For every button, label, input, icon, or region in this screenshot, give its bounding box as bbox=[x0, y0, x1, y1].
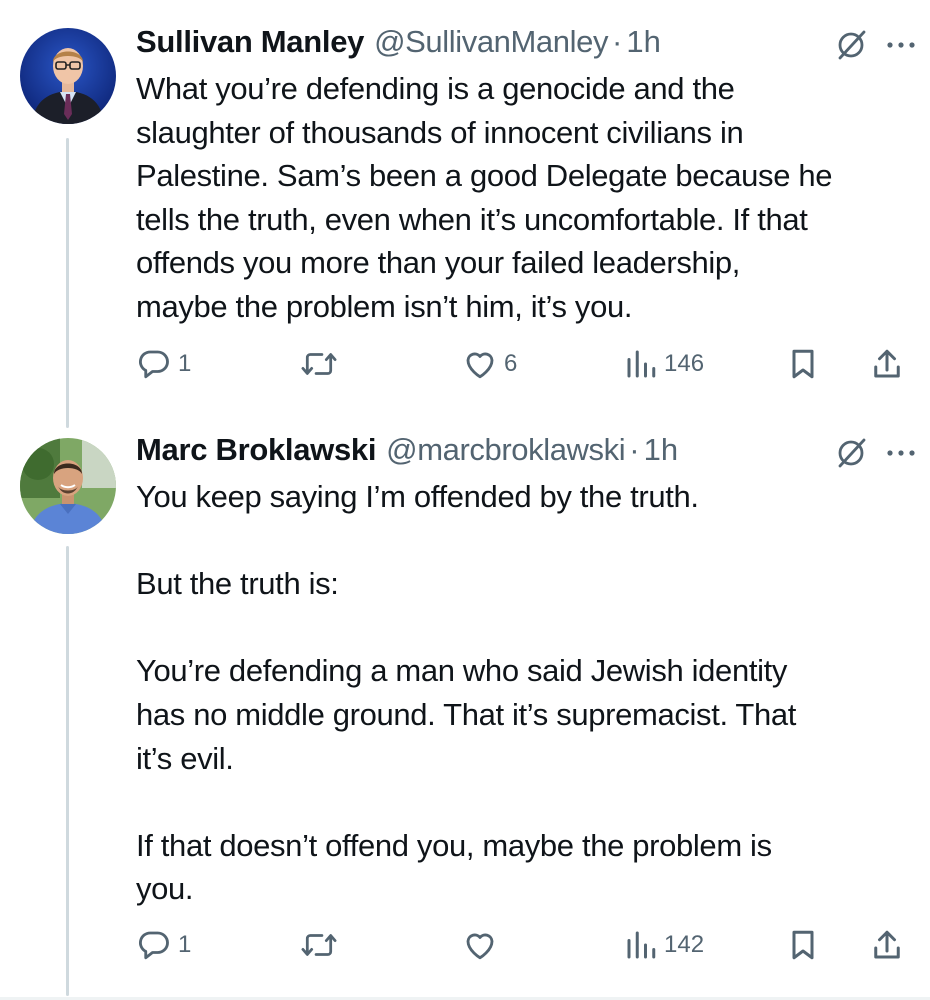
avatar[interactable] bbox=[20, 28, 116, 124]
tweet-actions: 1 142 bbox=[0, 925, 930, 965]
separator-dot: · bbox=[612, 24, 623, 59]
views-icon bbox=[627, 931, 656, 959]
author-handle[interactable]: @SullivanManley bbox=[374, 24, 608, 60]
views-count: 142 bbox=[664, 931, 705, 958]
mute-icon[interactable] bbox=[834, 28, 868, 62]
heart-icon bbox=[466, 933, 494, 960]
share-button[interactable] bbox=[870, 925, 904, 965]
mute-icon[interactable] bbox=[834, 436, 868, 470]
reply-count: 1 bbox=[178, 350, 192, 377]
tweet-header: Sullivan Manley @SullivanManley · 1h bbox=[136, 24, 916, 64]
repost-icon bbox=[301, 353, 337, 375]
reply-icon bbox=[139, 931, 169, 960]
tweet-text: What you’re defending is a genocide and … bbox=[136, 71, 833, 324]
timestamp[interactable]: 1h bbox=[644, 432, 678, 468]
reply-count: 1 bbox=[178, 931, 192, 958]
tweet-text: You keep saying I’m offended by the trut… bbox=[136, 479, 797, 907]
more-icon[interactable] bbox=[886, 40, 916, 50]
bookmark-icon bbox=[792, 930, 814, 960]
like-count: 6 bbox=[504, 350, 518, 377]
bookmark-button[interactable] bbox=[786, 344, 820, 384]
like-button[interactable] bbox=[462, 925, 504, 965]
views-button[interactable]: 146 bbox=[624, 344, 704, 384]
tweet-actions: 1 6 146 bbox=[0, 344, 930, 384]
timestamp[interactable]: 1h bbox=[626, 24, 660, 60]
share-button[interactable] bbox=[870, 344, 904, 384]
avatar[interactable] bbox=[20, 438, 116, 534]
separator-dot: · bbox=[629, 432, 640, 467]
author-name[interactable]: Marc Broklawski bbox=[136, 432, 376, 468]
author-handle[interactable]: @marcbroklawski bbox=[386, 432, 625, 468]
repost-button[interactable] bbox=[300, 925, 344, 965]
reply-button[interactable]: 1 bbox=[136, 344, 191, 384]
views-icon bbox=[627, 350, 656, 378]
author-name[interactable]: Sullivan Manley bbox=[136, 24, 364, 60]
reply-button[interactable]: 1 bbox=[136, 925, 191, 965]
tweet-header: Marc Broklawski @marcbroklawski · 1h bbox=[136, 432, 916, 472]
share-icon bbox=[874, 930, 900, 959]
views-count: 146 bbox=[664, 350, 705, 377]
bookmark-button[interactable] bbox=[786, 925, 820, 965]
repost-button[interactable] bbox=[300, 344, 344, 384]
share-icon bbox=[874, 349, 900, 378]
bookmark-icon bbox=[792, 349, 814, 379]
views-button[interactable]: 142 bbox=[624, 925, 704, 965]
like-button[interactable]: 6 bbox=[462, 344, 517, 384]
more-icon[interactable] bbox=[886, 448, 916, 458]
heart-icon bbox=[466, 352, 494, 379]
reply-icon bbox=[139, 350, 169, 379]
thread-connector-line bbox=[66, 138, 69, 428]
repost-icon bbox=[301, 934, 337, 956]
